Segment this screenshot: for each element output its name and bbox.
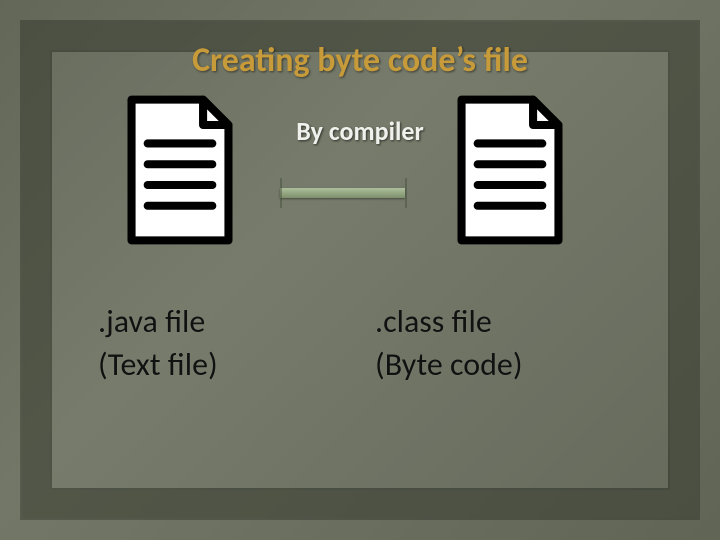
arrow-end-post bbox=[405, 178, 407, 208]
target-file-desc: (Byte code) bbox=[375, 345, 523, 384]
arrow-right-icon bbox=[280, 180, 440, 206]
arrow-bar bbox=[280, 188, 405, 198]
arrow-start-post bbox=[280, 178, 282, 208]
target-file-name: .class file bbox=[375, 302, 492, 341]
source-file-name: .java file bbox=[98, 302, 205, 341]
document-icon bbox=[120, 95, 240, 245]
slide: Creating byte code’s file By compiler bbox=[0, 0, 720, 540]
slide-title: Creating byte code’s file bbox=[0, 40, 720, 81]
process-caption: By compiler bbox=[0, 115, 720, 147]
document-icon bbox=[450, 95, 570, 245]
slide-content: Creating byte code’s file By compiler bbox=[0, 0, 720, 540]
source-file-desc: (Text file) bbox=[98, 345, 218, 384]
source-file-label: .java file (Text file) bbox=[98, 300, 318, 386]
target-file-icon bbox=[450, 95, 570, 245]
source-file-icon bbox=[120, 95, 240, 245]
target-file-label: .class file (Byte code) bbox=[375, 300, 625, 386]
